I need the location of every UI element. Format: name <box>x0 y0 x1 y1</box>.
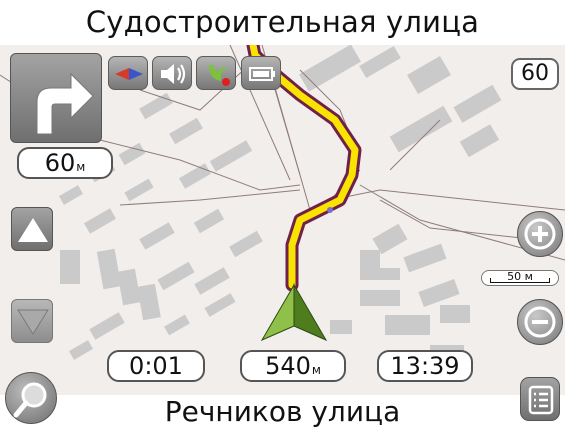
search-button[interactable] <box>5 372 57 424</box>
volume-button[interactable] <box>152 56 192 90</box>
zoom-out-button[interactable] <box>517 299 563 345</box>
remaining-distance: 540м <box>240 350 346 382</box>
menu-button[interactable] <box>520 377 560 421</box>
speed-limit-sign: 60 <box>511 58 559 90</box>
search-icon <box>13 382 47 418</box>
zoom-in-button[interactable] <box>517 211 563 257</box>
maneuver-panel[interactable] <box>10 53 102 143</box>
navigation-screen: Судостроительная улица 60м 60 50 м 0:01 … <box>0 0 565 428</box>
gps-signal-icon <box>209 65 230 86</box>
current-clock: 13:39 <box>377 350 473 382</box>
volume-icon <box>161 64 186 84</box>
battery-icon <box>249 67 275 81</box>
next-street-footer: Речников улица <box>0 395 565 428</box>
compass-icon <box>115 68 143 80</box>
menu-list-icon <box>528 385 554 415</box>
maneuver-distance: 60м <box>17 147 113 179</box>
elapsed-time: 0:01 <box>107 350 205 382</box>
battery-button[interactable] <box>241 56 281 90</box>
compass-button[interactable] <box>108 56 148 90</box>
zoom-in-icon <box>524 218 556 250</box>
map-scale-bar: 50 м <box>481 270 559 286</box>
gps-signal-button[interactable] <box>196 56 236 90</box>
turn-right-arrow-icon <box>36 72 94 135</box>
current-street-name: Судостроительная улица <box>85 5 480 39</box>
next-street-name: Речников улица <box>164 395 401 428</box>
current-street-header: Судостроительная улица <box>0 0 565 45</box>
arrow-up-icon <box>18 218 48 242</box>
zoom-down-button[interactable] <box>11 299 53 343</box>
arrow-down-icon <box>17 309 49 335</box>
zoom-up-button[interactable] <box>11 207 53 251</box>
zoom-out-icon <box>524 306 556 338</box>
